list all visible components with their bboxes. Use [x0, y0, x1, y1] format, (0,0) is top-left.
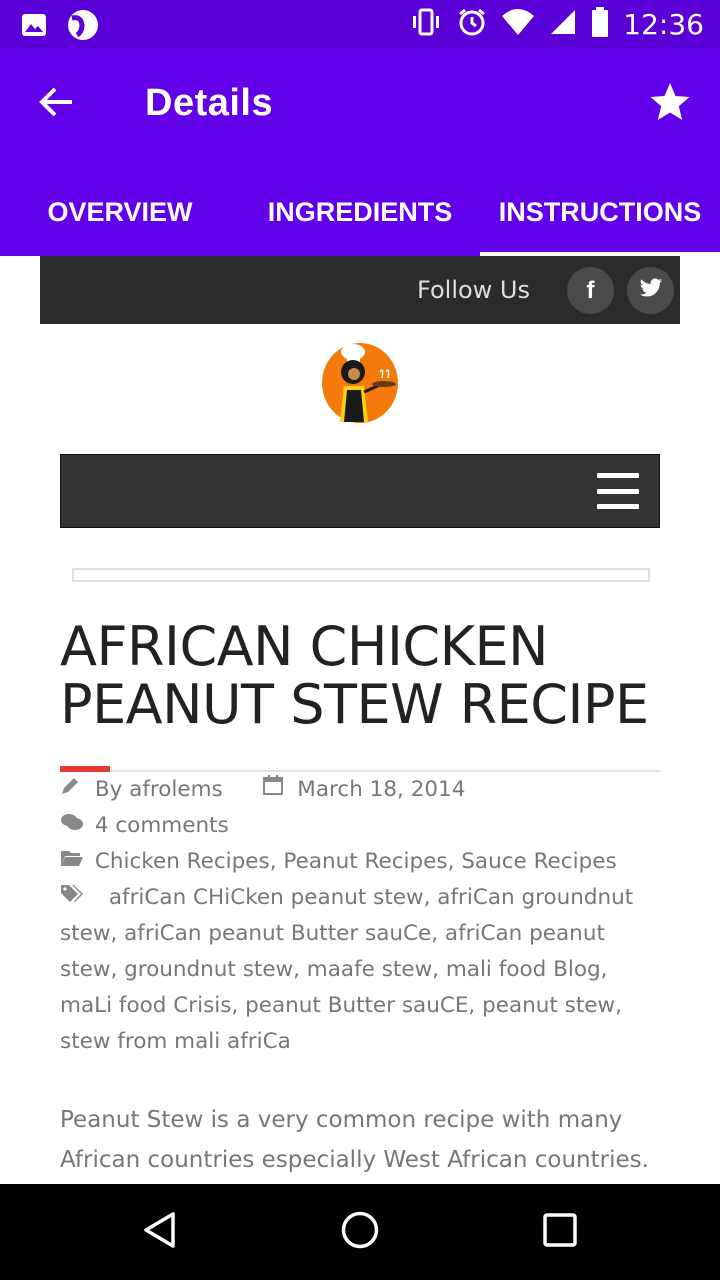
facebook-button[interactable]: f [567, 267, 614, 314]
page-title: Details [145, 82, 274, 124]
arrow-back-icon [38, 86, 74, 123]
tab-ingredients[interactable]: INGREDIENTS [240, 168, 480, 256]
wifi-icon [501, 8, 535, 41]
post-tags-row: afriCan CHiCken peanut stew, afriCan gro… [60, 880, 660, 1060]
nav-recents-button[interactable] [536, 1208, 584, 1256]
tab-bar: OVERVIEW INGREDIENTS INSTRUCTIONS [0, 168, 720, 256]
nav-back-button[interactable] [136, 1208, 184, 1256]
post-title: AFRICAN CHICKEN PEANUT STEW RECIPE [60, 615, 649, 736]
post-categories[interactable]: Chicken Recipes, Peanut Recipes, Sauce R… [95, 849, 617, 874]
follow-bar: Follow Us f [40, 256, 680, 324]
post-meta: By afrolems March 18, 2014 4 comments Ch… [60, 772, 660, 1060]
facebook-icon: f [586, 276, 595, 304]
home-circle-icon [340, 1210, 380, 1255]
twitter-icon [639, 277, 663, 305]
back-button[interactable] [32, 80, 80, 128]
post-author-date-row: By afrolems March 18, 2014 [60, 772, 660, 808]
nav-home-button[interactable] [336, 1208, 384, 1256]
follow-us-label: Follow Us [417, 276, 530, 304]
pencil-icon [60, 772, 88, 808]
navigation-bar [0, 1184, 720, 1280]
recents-square-icon [542, 1212, 578, 1253]
star-icon [649, 82, 691, 127]
twitter-button[interactable] [627, 267, 674, 314]
tab-instructions[interactable]: INSTRUCTIONS [480, 168, 720, 256]
comments-icon [60, 808, 88, 844]
favorite-button[interactable] [644, 78, 696, 130]
calendar-icon [262, 772, 290, 808]
post-body: Peanut Stew is a very common recipe with… [60, 1107, 649, 1173]
back-triangle-icon [140, 1210, 180, 1255]
site-menu-bar [60, 454, 660, 528]
post-comments-row: 4 comments [60, 808, 660, 844]
post-author[interactable]: By afrolems [95, 777, 223, 802]
vibrate-icon [409, 8, 443, 41]
status-bar: 12:36 [0, 0, 720, 48]
battery-icon [591, 6, 609, 42]
tab-overview[interactable]: OVERVIEW [0, 168, 240, 256]
app-bar: Details OVERVIEW INGREDIENTS INSTRUCTION… [0, 48, 720, 256]
folder-open-icon [60, 844, 88, 880]
signal-icon [549, 8, 577, 41]
app-notification-icon [66, 8, 100, 47]
post-comments[interactable]: 4 comments [95, 813, 229, 838]
webview-content[interactable]: Follow Us f AFRICAN CHICKEN PEANUT STEW … [0, 256, 720, 1184]
hamburger-menu-icon[interactable] [597, 473, 639, 509]
tags-icon [60, 880, 102, 916]
post-categories-row: Chicken Recipes, Peanut Recipes, Sauce R… [60, 844, 660, 880]
image-icon [20, 11, 48, 44]
status-time: 12:36 [623, 7, 704, 41]
alarm-icon [457, 7, 487, 42]
post-tags[interactable]: afriCan CHiCken peanut stew, afriCan gro… [60, 885, 633, 1054]
post-date: March 18, 2014 [297, 777, 466, 802]
site-logo[interactable] [320, 342, 400, 424]
search-box[interactable] [72, 568, 650, 582]
